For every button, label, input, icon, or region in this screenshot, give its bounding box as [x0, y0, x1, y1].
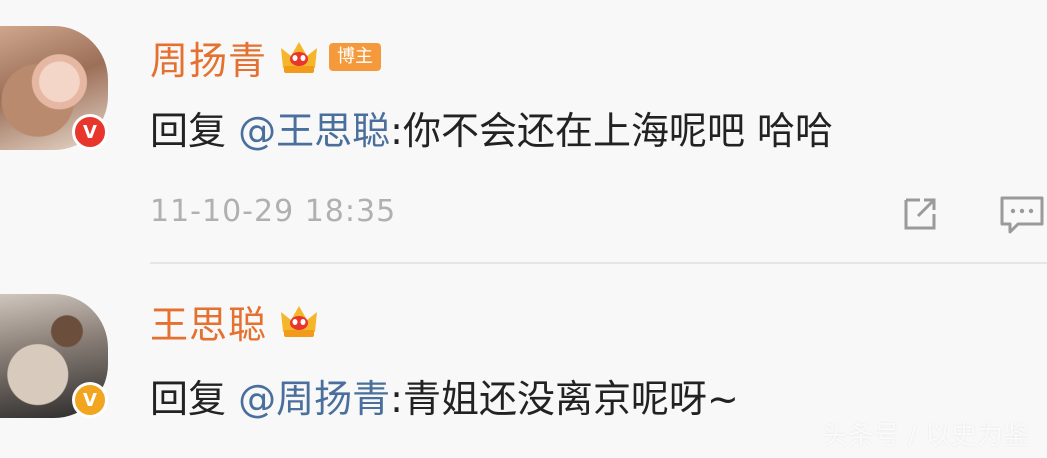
author-name[interactable]: 王思聪 [150, 294, 267, 349]
mention-link[interactable]: @周扬青 [238, 377, 390, 421]
crown-icon [279, 301, 319, 341]
comment-body: 你不会还在上海呢吧 哈哈 [402, 109, 834, 153]
reply-prefix: 回复 [150, 109, 227, 153]
author-row: 王思聪 [150, 298, 319, 347]
timestamp: 11-10-29 18:35 [150, 194, 397, 229]
divider [150, 262, 1047, 264]
comment-text: 回复 @周扬青:青姐还没离京呢呀~ [150, 368, 739, 423]
comment-icon[interactable] [998, 192, 1044, 236]
author-row: 周扬青 博主 [150, 34, 382, 83]
comment-body: 青姐还没离京呢呀~ [402, 377, 739, 421]
mention-link[interactable]: @王思聪 [238, 109, 390, 153]
separator: : [390, 377, 403, 421]
comment-item: V 王思聪 回复 @周扬青:青姐还没离京呢呀~ 头条号 / 以史为鉴 [0, 268, 1047, 458]
verified-badge-icon: V [72, 114, 108, 150]
comment-text: 回复 @王思聪:你不会还在上海呢吧 哈哈 [150, 100, 833, 155]
crown-icon [279, 37, 319, 77]
author-name[interactable]: 周扬青 [150, 30, 267, 85]
comment-thread: V 周扬青 博主 回复 @王思聪:你不会还在上海呢吧 哈哈 11-10-29 1… [0, 0, 1047, 458]
blogger-badge: 博主 [329, 43, 382, 71]
watermark: 头条号 / 以史为鉴 [821, 421, 1029, 451]
reply-prefix: 回复 [150, 377, 227, 421]
avatar-container[interactable]: V [0, 26, 110, 156]
share-icon[interactable] [898, 192, 942, 236]
comment-item: V 周扬青 博主 回复 @王思聪:你不会还在上海呢吧 哈哈 11-10-29 1… [0, 0, 1047, 264]
separator: : [390, 109, 403, 153]
verified-badge-icon: V [72, 382, 108, 418]
avatar-container[interactable]: V [0, 294, 110, 424]
